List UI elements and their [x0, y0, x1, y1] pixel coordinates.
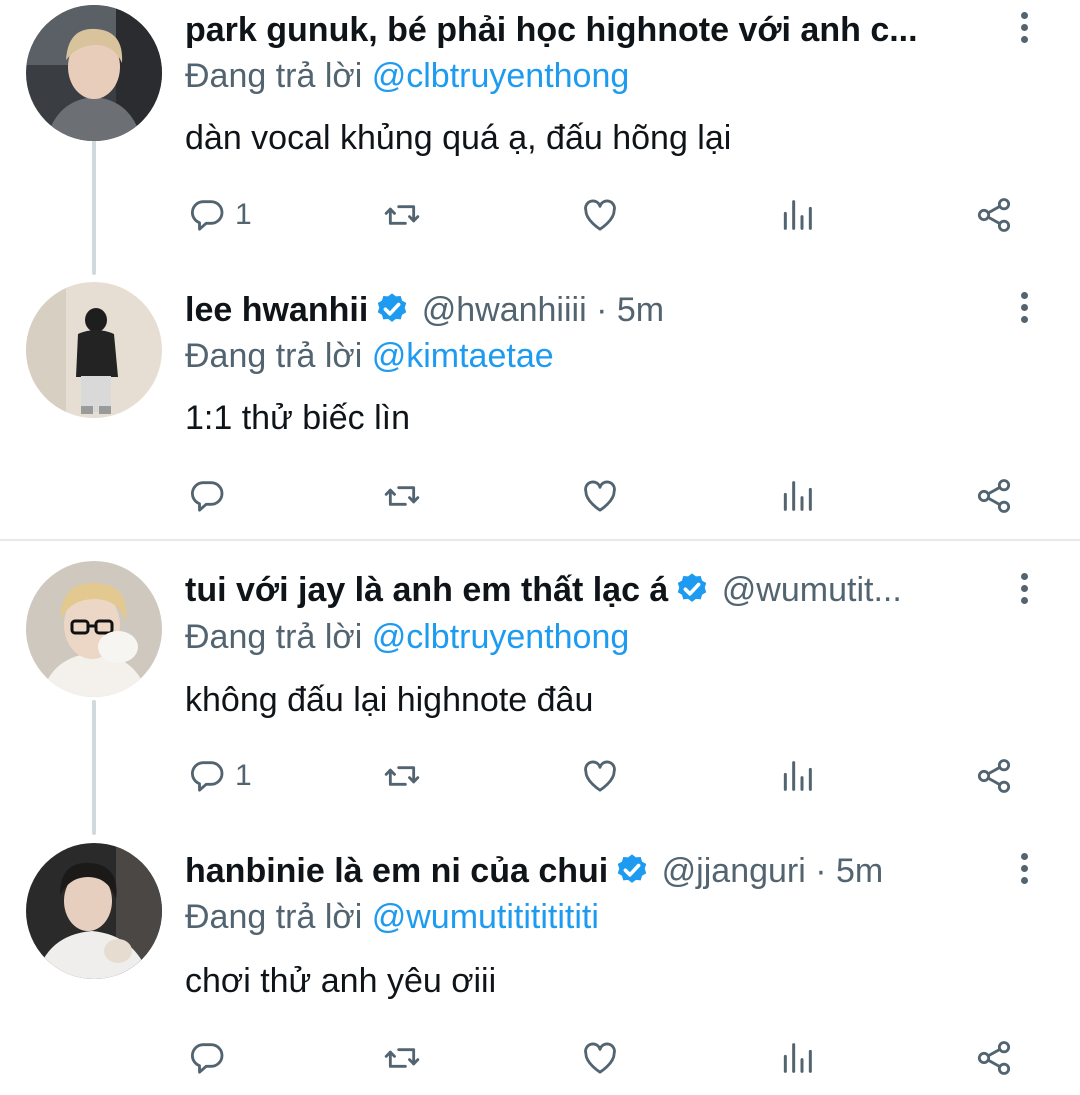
- share-icon: [977, 198, 1011, 232]
- reply-icon: [190, 200, 224, 231]
- like-button[interactable]: [580, 751, 620, 801]
- mention-link[interactable]: @wumutitititititi: [372, 898, 599, 936]
- replying-to: Đang trả lời @clbtruyenthong: [185, 54, 629, 98]
- share-icon: [977, 759, 1011, 793]
- verified-badge-icon: [617, 854, 647, 883]
- reply-count: 1: [235, 759, 252, 792]
- replying-prefix: Đang trả lời: [185, 898, 363, 936]
- tweet-text: không đấu lại highnote đâu: [185, 681, 594, 719]
- share-icon: [977, 479, 1011, 513]
- like-icon: [584, 1042, 616, 1074]
- more-options-icon[interactable]: [1012, 851, 1036, 887]
- reply-count: 1: [235, 198, 252, 231]
- display-name[interactable]: lee hwanhii: [185, 291, 368, 329]
- views-button[interactable]: [777, 751, 817, 801]
- retweet-icon: [384, 486, 420, 506]
- share-button[interactable]: [974, 190, 1014, 240]
- avatar[interactable]: [26, 561, 162, 697]
- replying-prefix: Đang trả lời: [185, 57, 363, 95]
- like-icon: [584, 199, 616, 231]
- tweet-text: chơi thử anh yêu ơiii: [185, 962, 497, 1000]
- tweet[interactable]: lee hwanhii @hwanhiiii · 5m Đang trả lời…: [0, 282, 1080, 537]
- views-icon: [783, 200, 812, 230]
- reply-button[interactable]: [187, 471, 235, 521]
- views-button[interactable]: [777, 1033, 817, 1083]
- retweet-button[interactable]: [382, 1033, 422, 1083]
- tweet[interactable]: park gunuk, bé phải học highnote với anh…: [0, 0, 1080, 270]
- conversation-divider: [0, 539, 1080, 541]
- replying-to: Đang trả lời @kimtaetae: [185, 334, 554, 378]
- mention-link[interactable]: @clbtruyenthong: [372, 618, 630, 656]
- retweet-icon: [384, 1048, 420, 1068]
- reply-button[interactable]: 1: [187, 190, 252, 240]
- tweet-header: hanbinie là em ni của chui @jjanguri · 5…: [185, 849, 1005, 893]
- retweet-button[interactable]: [382, 190, 422, 240]
- retweet-button[interactable]: [382, 471, 422, 521]
- reply-icon: [190, 481, 224, 512]
- views-icon: [783, 1043, 812, 1073]
- views-icon: [783, 481, 812, 511]
- tweet-text: dàn vocal khủng quá ạ, đấu hõng lại: [185, 119, 732, 157]
- user-handle[interactable]: @jjanguri: [662, 852, 806, 890]
- verified-badge-icon: [378, 293, 407, 322]
- replying-to: Đang trả lời @clbtruyenthong: [185, 615, 629, 659]
- like-button[interactable]: [580, 471, 620, 521]
- timestamp[interactable]: · 5m: [587, 291, 664, 329]
- reply-button[interactable]: 1: [187, 751, 252, 801]
- action-bar: [0, 1033, 1080, 1083]
- more-options-icon[interactable]: [1012, 571, 1036, 607]
- mention-link[interactable]: @clbtruyenthong: [372, 57, 630, 95]
- verified-badge-icon: [678, 573, 707, 602]
- retweet-icon: [384, 766, 420, 786]
- views-button[interactable]: [777, 190, 817, 240]
- like-icon: [584, 760, 616, 792]
- retweet-button[interactable]: [382, 751, 422, 801]
- share-button[interactable]: [974, 1033, 1014, 1083]
- tweet-text: 1:1 thử biếc lìn: [185, 399, 411, 437]
- action-bar: [0, 471, 1080, 521]
- replying-prefix: Đang trả lời: [185, 337, 363, 375]
- action-bar: 1: [0, 751, 1080, 801]
- views-button[interactable]: [777, 471, 817, 521]
- timestamp[interactable]: · 5m: [806, 852, 883, 890]
- tweet-header: lee hwanhii @hwanhiiii · 5m: [185, 288, 1005, 332]
- tweet[interactable]: hanbinie là em ni của chui @jjanguri · 5…: [0, 843, 1080, 1095]
- tweet[interactable]: tui với jay là anh em thất lạc á @wumuti…: [0, 561, 1080, 831]
- share-button[interactable]: [974, 471, 1014, 521]
- like-button[interactable]: [580, 1033, 620, 1083]
- more-options-icon[interactable]: [1012, 10, 1036, 46]
- action-bar: 1: [0, 190, 1080, 240]
- user-handle[interactable]: @wumutit...: [722, 571, 902, 609]
- more-options-icon[interactable]: [1012, 290, 1036, 326]
- tweet-header: park gunuk, bé phải học highnote với anh…: [185, 8, 1005, 52]
- mention-link[interactable]: @kimtaetae: [372, 337, 554, 375]
- reply-icon: [190, 1043, 224, 1074]
- tweet-header: tui với jay là anh em thất lạc á @wumuti…: [185, 568, 1005, 612]
- like-icon: [584, 480, 616, 512]
- display-name[interactable]: park gunuk, bé phải học highnote với anh…: [185, 11, 918, 49]
- avatar[interactable]: [26, 282, 162, 418]
- replying-prefix: Đang trả lời: [185, 618, 363, 656]
- avatar[interactable]: [26, 843, 162, 979]
- share-icon: [977, 1041, 1011, 1075]
- display-name[interactable]: tui với jay là anh em thất lạc á: [185, 571, 668, 609]
- avatar[interactable]: [26, 5, 162, 141]
- retweet-icon: [384, 205, 420, 225]
- like-button[interactable]: [580, 190, 620, 240]
- replying-to: Đang trả lời @wumutitititititi: [185, 895, 599, 939]
- display-name[interactable]: hanbinie là em ni của chui: [185, 852, 608, 890]
- reply-button[interactable]: [187, 1033, 235, 1083]
- user-handle[interactable]: @hwanhiiii: [422, 291, 587, 329]
- reply-icon: [190, 761, 224, 792]
- views-icon: [783, 761, 812, 791]
- share-button[interactable]: [974, 751, 1014, 801]
